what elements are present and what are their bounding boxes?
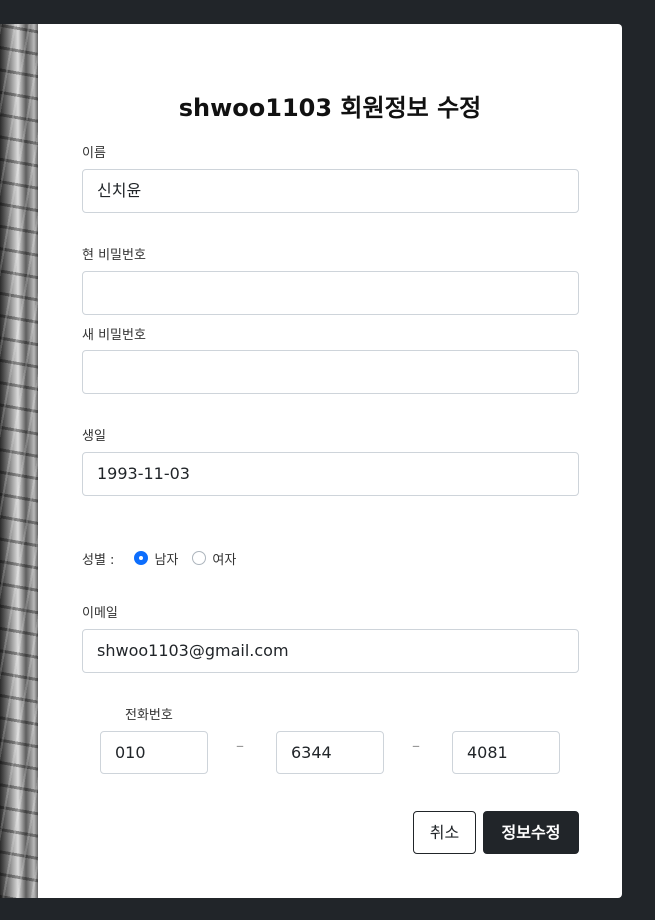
phone-part2-input[interactable]: 6344 bbox=[276, 731, 384, 774]
email-label: 이메일 bbox=[82, 606, 118, 621]
email-input[interactable]: shwoo1103@gmail.com bbox=[82, 629, 579, 673]
current-password-label: 현 비밀번호 bbox=[82, 248, 146, 263]
edit-profile-modal: shwoo1103 회원정보 수정 이름 신치윤 현 비밀번호 새 비밀번호 생… bbox=[38, 24, 622, 898]
phone-separator: – bbox=[412, 736, 420, 755]
gender-option-label: 남자 bbox=[154, 552, 179, 568]
new-password-label: 새 비밀번호 bbox=[82, 328, 146, 343]
phone-part1-input[interactable]: 010 bbox=[100, 731, 208, 774]
phone-part3-input[interactable]: 4081 bbox=[452, 731, 560, 774]
gender-row: 성별 : 남자 여자 bbox=[82, 548, 250, 568]
birthday-label: 생일 bbox=[82, 429, 106, 444]
name-label: 이름 bbox=[82, 146, 106, 161]
cancel-button[interactable]: 취소 bbox=[413, 811, 476, 854]
gender-radio-male[interactable]: 남자 bbox=[134, 549, 178, 568]
current-password-input[interactable] bbox=[82, 271, 579, 315]
phone-label: 전화번호 bbox=[125, 708, 173, 723]
form-title: shwoo1103 회원정보 수정 bbox=[178, 94, 482, 122]
radio-unchecked-icon[interactable] bbox=[192, 551, 207, 565]
gender-radio-female[interactable]: 여자 bbox=[192, 549, 236, 568]
new-password-input[interactable] bbox=[82, 350, 579, 394]
gender-label: 성별 : bbox=[82, 552, 115, 568]
phone-separator: – bbox=[236, 736, 244, 755]
gender-option-label: 여자 bbox=[212, 552, 237, 568]
name-input[interactable]: 신치윤 bbox=[82, 169, 579, 213]
radio-checked-icon[interactable] bbox=[134, 551, 149, 565]
update-info-button[interactable]: 정보수정 bbox=[483, 811, 579, 854]
birthday-input[interactable]: 1993-11-03 bbox=[82, 452, 579, 496]
background-photo bbox=[0, 24, 40, 898]
